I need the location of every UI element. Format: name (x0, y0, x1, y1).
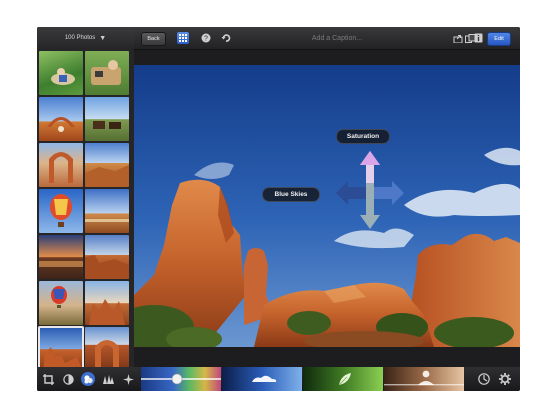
top-toolbar: Back ? Add a Caption... Edit (134, 27, 520, 50)
blue-skies-label: Blue Skies (262, 187, 320, 202)
caption-field[interactable]: Add a Caption... (282, 27, 392, 49)
triangle-down-icon: ▼ (99, 34, 107, 42)
greenery-slider[interactable] (303, 367, 383, 391)
blue-skies-slider[interactable] (222, 367, 302, 391)
skin-tones-slider[interactable] (384, 367, 464, 391)
thumbnail[interactable] (39, 189, 83, 233)
settings-icon[interactable] (498, 372, 512, 386)
undo-icon[interactable] (220, 32, 232, 44)
share-icon[interactable] (452, 32, 464, 44)
exposure-icon[interactable] (61, 372, 75, 386)
auto-enhance-icon[interactable] (477, 372, 491, 386)
thumbnail[interactable] (85, 143, 129, 187)
photo-count-dropdown[interactable]: 100 Photos ▼ (37, 27, 134, 49)
main-photo[interactable]: Saturation Blue Skies (134, 65, 520, 347)
thumbnail[interactable] (85, 97, 129, 141)
photo-count-label: 100 Photos (64, 35, 96, 41)
thumbnail[interactable] (39, 51, 83, 95)
photo-browser: 100 Photos ▼ (37, 27, 134, 391)
grid-icon[interactable] (177, 32, 189, 44)
thumbnail[interactable] (85, 189, 129, 233)
thumbnail[interactable] (39, 235, 83, 279)
info-icon[interactable]: ? (200, 32, 212, 44)
back-button[interactable]: Back (141, 32, 166, 46)
thumbnail[interactable] (39, 97, 83, 141)
saturation-slider[interactable] (141, 367, 221, 391)
thumbnail-selected[interactable] (38, 326, 84, 372)
app-window: 100 Photos ▼ Back ? Add a Caption... Edi… (37, 27, 520, 391)
thumbnail[interactable] (39, 281, 83, 325)
effects-icon[interactable] (121, 372, 135, 386)
color-icon[interactable] (81, 372, 95, 386)
thumbnail[interactable] (85, 235, 129, 279)
crop-icon[interactable] (41, 372, 55, 386)
thumbnail[interactable] (39, 143, 83, 187)
brushes-icon[interactable] (101, 372, 115, 386)
svg-text:?: ? (204, 36, 208, 43)
thumbnail[interactable] (85, 281, 129, 325)
thumbnail[interactable] (85, 327, 129, 371)
saturation-label: Saturation (336, 129, 390, 144)
edit-button[interactable]: Edit (487, 32, 511, 46)
compare-icon[interactable] (464, 32, 476, 44)
thumbnail[interactable] (85, 51, 129, 95)
